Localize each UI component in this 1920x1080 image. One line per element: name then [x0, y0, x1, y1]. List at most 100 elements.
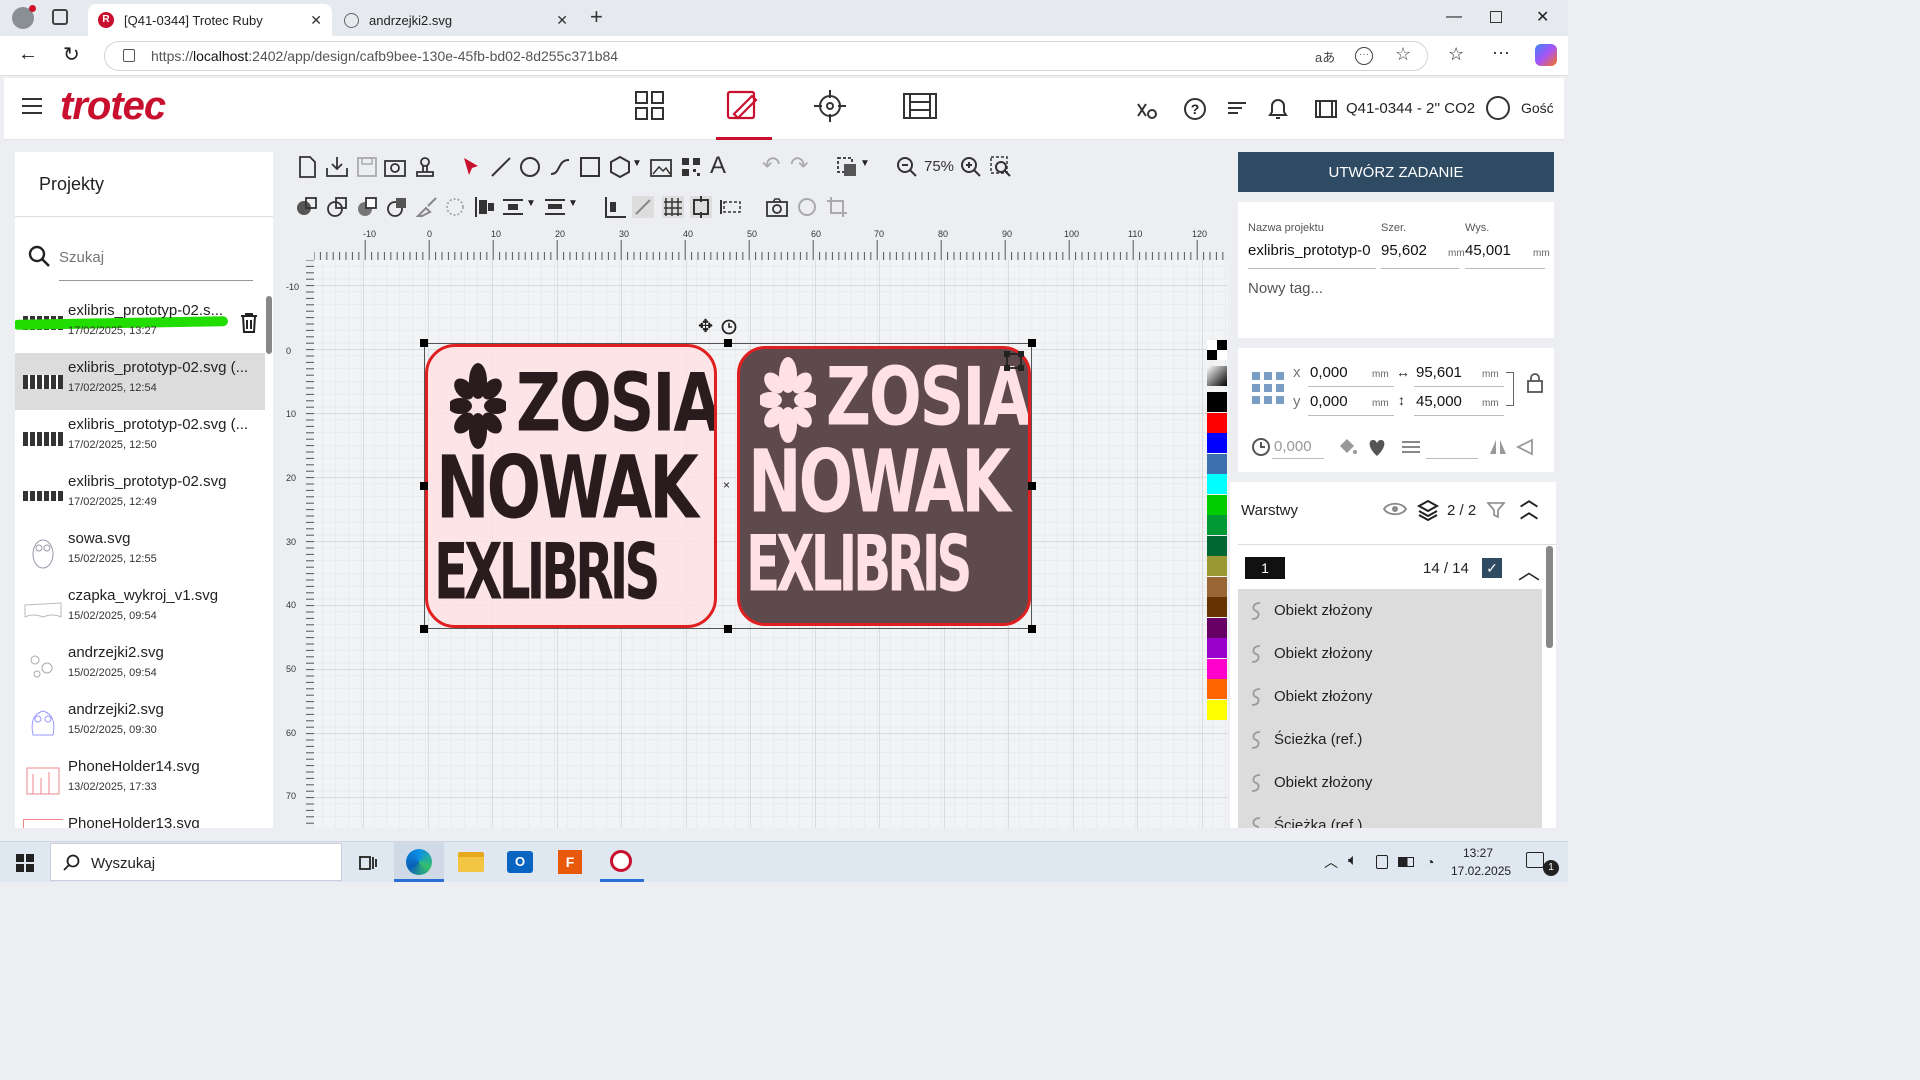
color-swatch[interactable]: [1207, 699, 1227, 720]
curve-tool-icon[interactable]: [547, 154, 573, 180]
more-options-icon[interactable]: ···: [1355, 47, 1373, 65]
notification-bell-icon[interactable]: [1266, 96, 1290, 122]
new-file-icon[interactable]: [294, 154, 320, 180]
color-swatch[interactable]: [1207, 474, 1227, 494]
combine-icon[interactable]: [294, 194, 320, 220]
close-tab-icon[interactable]: ✕: [556, 12, 568, 29]
projects-scrollbar[interactable]: [266, 296, 272, 354]
fill-bucket-icon[interactable]: [1336, 436, 1358, 458]
collapse-all-icon[interactable]: ︿ ︿: [1520, 491, 1538, 521]
spacing-icon[interactable]: [542, 194, 568, 220]
x-input[interactable]: 0,000: [1310, 364, 1348, 381]
lock-ratio-icon[interactable]: [1526, 372, 1544, 394]
layer-object-item[interactable]: Obiekt złożony: [1238, 589, 1542, 632]
wifi-icon[interactable]: ◔: [1426, 854, 1434, 870]
hatch-lines-icon[interactable]: [1400, 436, 1422, 458]
rotation-input[interactable]: 0,000: [1274, 438, 1312, 455]
width-input[interactable]: 95,602: [1381, 242, 1427, 259]
url-field[interactable]: https://localhost:2402/app/design/cafb9b…: [104, 41, 1428, 71]
zoom-in-icon[interactable]: [958, 154, 984, 180]
user-avatar-icon[interactable]: [1486, 96, 1510, 120]
checker-swatch[interactable]: [1207, 340, 1227, 360]
redo-icon[interactable]: ↷: [790, 152, 808, 178]
create-job-button[interactable]: UTWÓRZ ZADANIE: [1238, 152, 1554, 192]
chevron-down-icon[interactable]: ▼: [526, 198, 536, 209]
snap-center-icon[interactable]: [688, 194, 714, 220]
design-tab-icon[interactable]: [716, 88, 772, 140]
move-icon[interactable]: ✥: [698, 316, 713, 337]
w-input[interactable]: 95,601: [1416, 364, 1462, 381]
machine-icon[interactable]: [1314, 98, 1338, 120]
project-item[interactable]: czapka_wykroj_v1.svg 15/02/2025, 09:54: [15, 581, 265, 638]
material-settings-icon[interactable]: [1134, 98, 1158, 122]
y-input[interactable]: 0,000: [1310, 393, 1348, 410]
color-swatch[interactable]: [1207, 392, 1227, 412]
project-item[interactable]: PhoneHolder13.svg: [15, 809, 265, 828]
library-grid-icon[interactable]: [634, 88, 674, 128]
ellipse-tool-icon[interactable]: [517, 154, 543, 180]
intersect-icon[interactable]: [384, 194, 410, 220]
tab-actions-icon[interactable]: [52, 9, 68, 25]
camera-icon[interactable]: [764, 194, 790, 220]
minimize-icon[interactable]: —: [1446, 8, 1462, 26]
grid-icon[interactable]: [660, 194, 686, 220]
resize-handle[interactable]: [1028, 482, 1036, 490]
taskbar-search-box[interactable]: Wyszukaj: [50, 843, 342, 881]
zoom-fit-icon[interactable]: [988, 154, 1014, 180]
color-swatch[interactable]: [1207, 433, 1227, 453]
color-swatch[interactable]: [1207, 494, 1227, 515]
chevron-down-icon[interactable]: ▼: [568, 198, 578, 209]
chevron-up-icon[interactable]: ︿: [1324, 852, 1338, 872]
settings-more-icon[interactable]: ···: [1492, 42, 1510, 63]
distribute-icon[interactable]: [500, 194, 526, 220]
color-swatch[interactable]: [1207, 556, 1227, 576]
layer-object-item[interactable]: Obiekt złożony: [1238, 675, 1542, 718]
color-swatch[interactable]: [1207, 453, 1227, 474]
tag-input[interactable]: Nowy tag...: [1248, 280, 1323, 297]
position-tab-icon[interactable]: [812, 88, 852, 128]
layer-number-badge[interactable]: 1: [1245, 557, 1285, 579]
task-view-icon[interactable]: [358, 853, 378, 873]
tab-andrzejki[interactable]: andrzejki2.svg ✕: [334, 4, 578, 36]
filter-icon[interactable]: [1486, 500, 1506, 520]
resize-handle[interactable]: [724, 339, 732, 347]
hamburger-menu-icon[interactable]: [22, 98, 42, 114]
layer-object-item[interactable]: Obiekt złożony: [1238, 632, 1542, 675]
project-item[interactable]: sowa.svg 15/02/2025, 12:55: [15, 524, 265, 581]
color-swatch[interactable]: [1207, 658, 1227, 679]
select-arrow-icon[interactable]: [458, 154, 484, 180]
color-swatch[interactable]: [1207, 535, 1227, 556]
project-item[interactable]: exlibris_prototyp-02.s... 17/02/2025, 13…: [15, 296, 265, 353]
text-tool-icon[interactable]: A: [710, 152, 726, 180]
windows-start-icon[interactable]: [16, 854, 34, 872]
machine-name[interactable]: Q41-0344 - 2'' CO2: [1346, 100, 1475, 117]
project-item[interactable]: andrzejki2.svg 15/02/2025, 09:30: [15, 695, 265, 752]
fusion-app-icon[interactable]: F: [558, 850, 582, 874]
edge-app-icon[interactable]: [394, 842, 444, 882]
project-item[interactable]: PhoneHolder14.svg 13/02/2025, 17:33: [15, 752, 265, 809]
ruby-app-icon[interactable]: [600, 842, 644, 882]
battery-icon[interactable]: [1398, 857, 1414, 867]
undo-icon[interactable]: ↶: [762, 152, 780, 178]
user-name[interactable]: Gość: [1521, 100, 1554, 116]
gradient-swatch[interactable]: [1207, 366, 1227, 386]
close-window-icon[interactable]: ✕: [1536, 7, 1549, 27]
color-swatch[interactable]: [1207, 515, 1227, 535]
flip-horizontal-icon[interactable]: [1488, 436, 1508, 458]
project-item[interactable]: exlibris_prototyp-02.svg 17/02/2025, 12:…: [15, 467, 265, 524]
project-item[interactable]: andrzejki2.svg 15/02/2025, 09:54: [15, 638, 265, 695]
device-icon[interactable]: [1376, 855, 1388, 869]
crop-icon[interactable]: [824, 194, 850, 220]
reload-icon[interactable]: ↻: [63, 42, 80, 67]
project-item[interactable]: exlibris_prototyp-02.svg (... 17/02/2025…: [15, 410, 265, 467]
heart-shape-icon[interactable]: [1366, 436, 1388, 458]
clock-time[interactable]: 13:27: [1463, 846, 1493, 860]
height-input[interactable]: 45,001: [1465, 242, 1511, 259]
layer-object-item[interactable]: Ścieżka (ref.): [1238, 718, 1542, 761]
brush-icon[interactable]: [414, 194, 440, 220]
save-icon[interactable]: [354, 154, 380, 180]
line-tool-icon[interactable]: [488, 154, 514, 180]
camera-import-icon[interactable]: [382, 154, 408, 180]
arrange-icon[interactable]: [834, 154, 860, 180]
tab-trotec-ruby[interactable]: R [Q41-0344] Trotec Ruby ✕: [88, 4, 332, 36]
